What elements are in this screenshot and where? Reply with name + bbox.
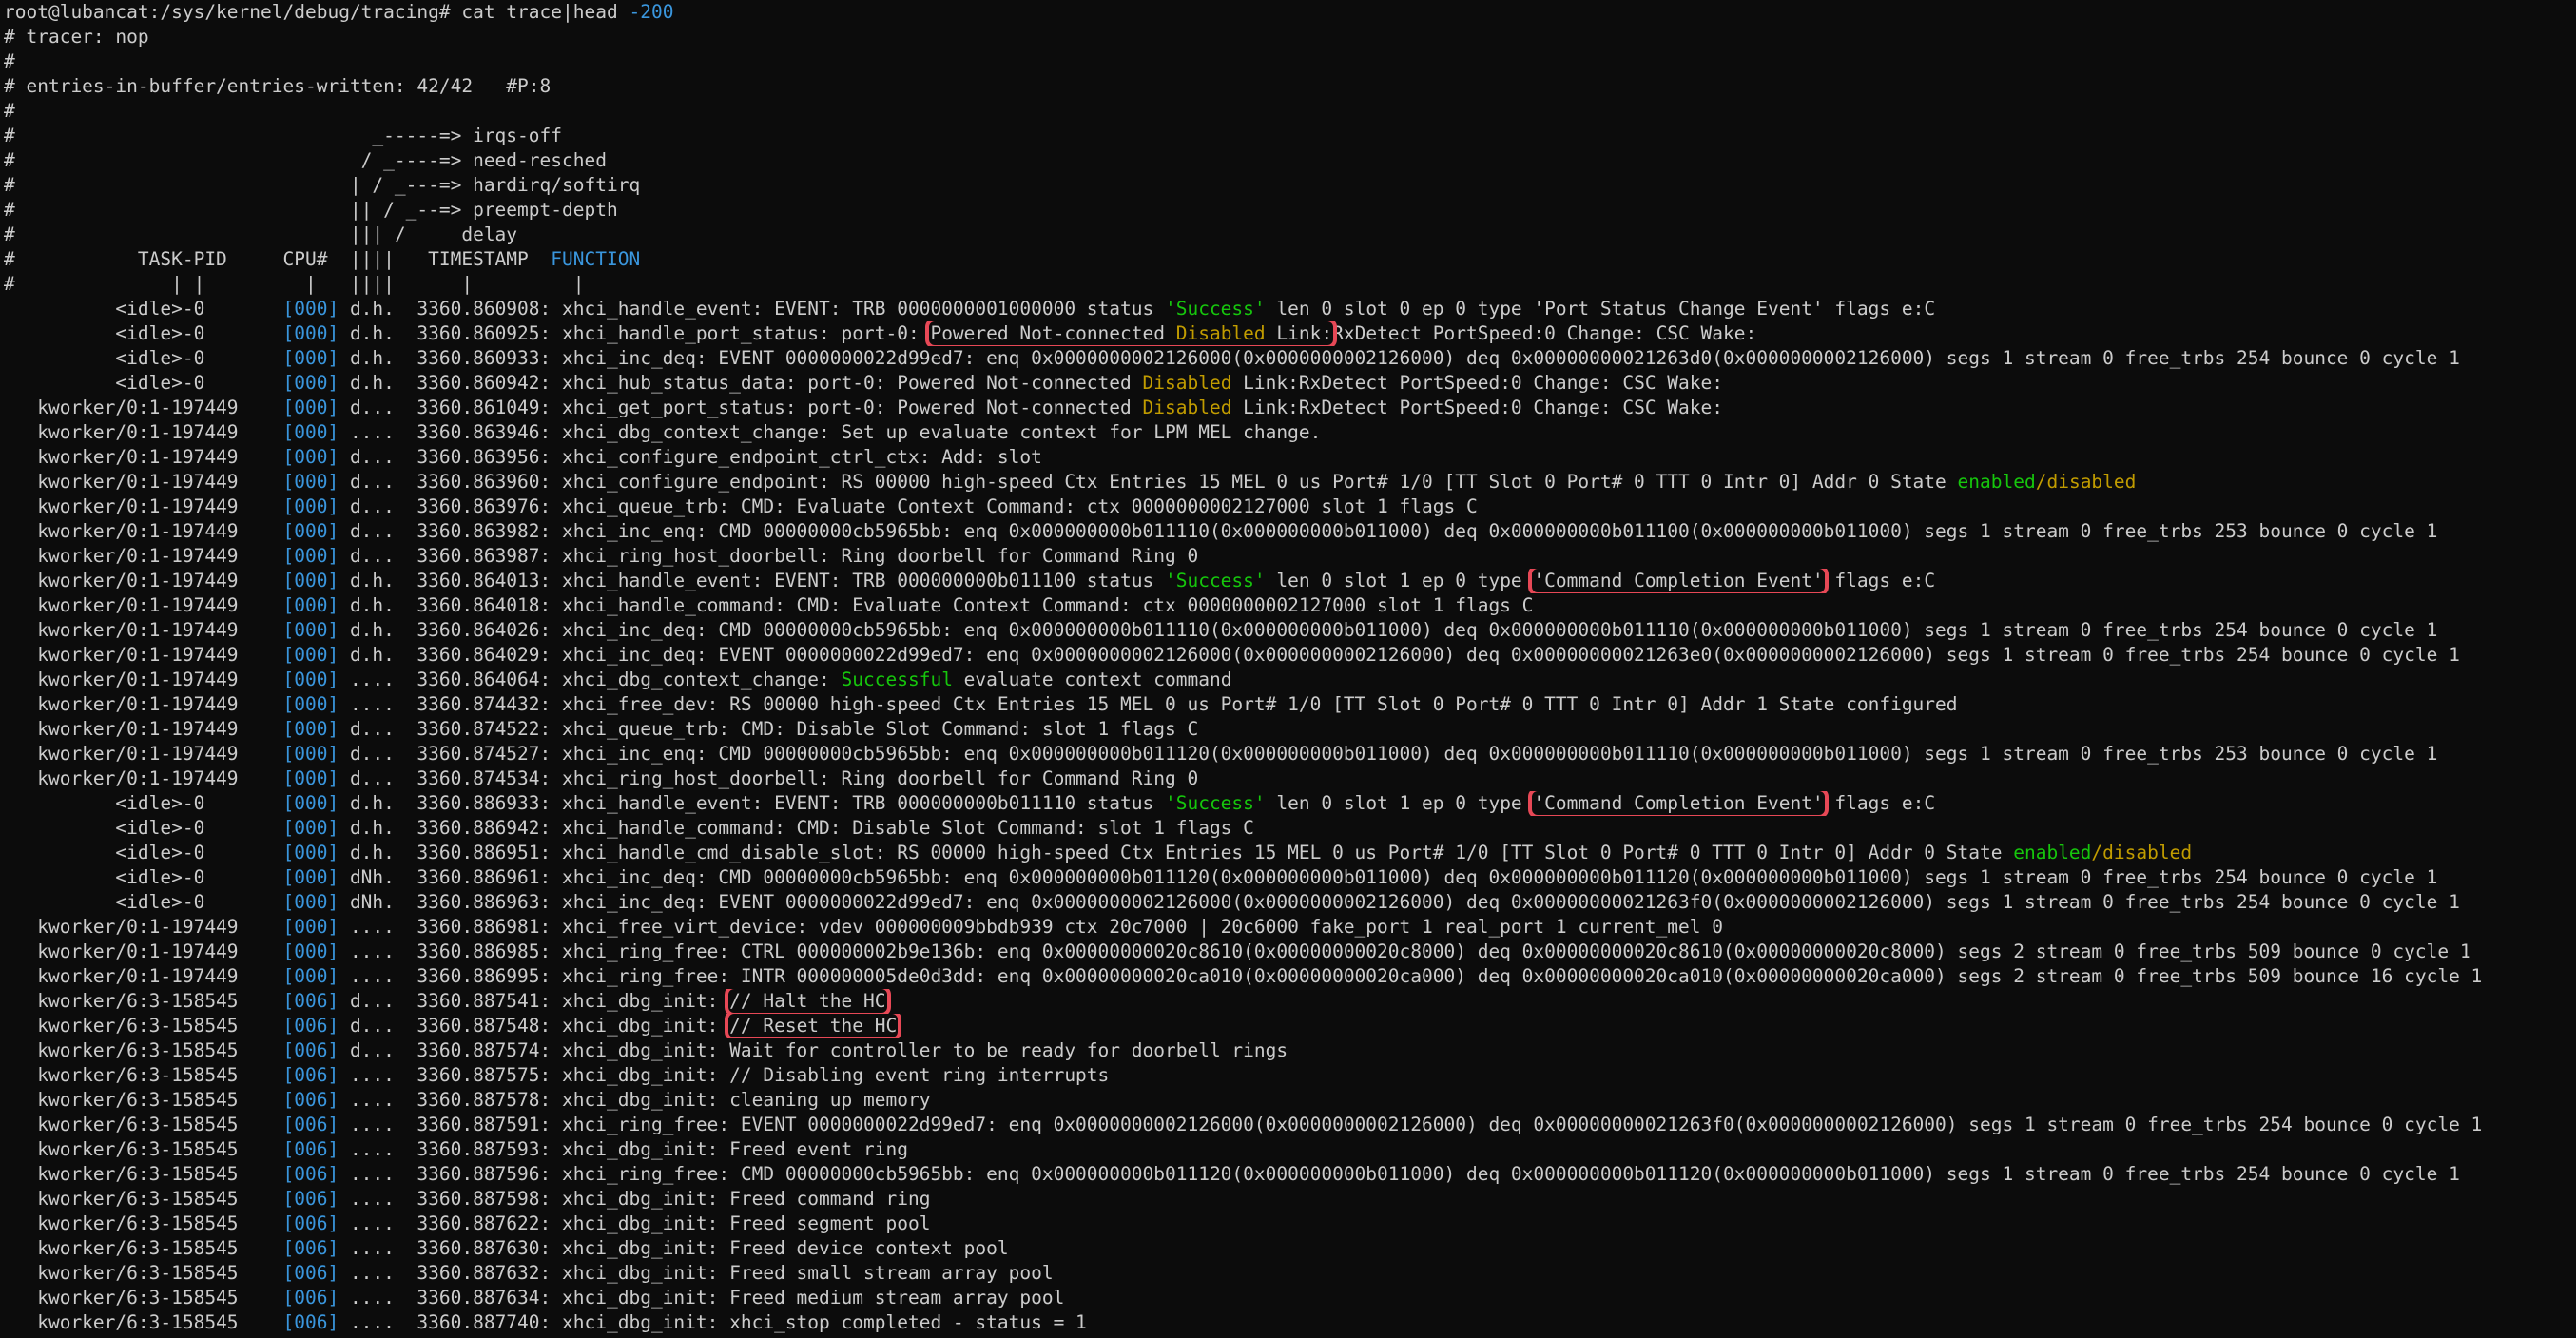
trace-row: kworker/6:3-158545 [006] .... 3360.88763…	[4, 1262, 1054, 1284]
header-line: # | / _---=> hardirq/softirq	[4, 174, 641, 196]
trace-row: <idle>-0 [000] d.h. 3360.886942: xhci_ha…	[4, 817, 1254, 839]
trace-row: <idle>-0 [000] d.h. 3360.860942: xhci_hu…	[4, 372, 1723, 394]
trace-row: kworker/0:1-197449 [000] d... 3360.87452…	[4, 718, 1199, 740]
trace-row: <idle>-0 [000] d.h. 3360.886951: xhci_ha…	[4, 842, 2193, 863]
trace-row: kworker/6:3-158545 [006] .... 3360.88763…	[4, 1287, 1065, 1309]
trace-row: kworker/0:1-197449 [000] d.h. 3360.86401…	[4, 594, 1534, 616]
trace-row: kworker/6:3-158545 [006] .... 3360.88762…	[4, 1212, 931, 1234]
trace-row: kworker/0:1-197449 [000] d... 3360.86398…	[4, 520, 2438, 542]
trace-row: kworker/0:1-197449 [000] d.h. 3360.86402…	[4, 619, 2438, 641]
trace-row: <idle>-0 [000] dNh. 3360.886963: xhci_in…	[4, 891, 2460, 913]
highlight-box-command-completion: 'Command Completion Event'	[1528, 791, 1829, 816]
trace-row: kworker/0:1-197449 [000] .... 3360.88698…	[4, 916, 1723, 938]
trace-row: kworker/6:3-158545 [006] d... 3360.88754…	[4, 989, 891, 1014]
header-line: # / _----=> need-resched	[4, 149, 607, 171]
trace-row: kworker/6:3-158545 [006] d... 3360.88754…	[4, 1014, 902, 1038]
header-line: # tracer: nop	[4, 26, 149, 48]
trace-row: kworker/0:1-197449 [000] d... 3360.86396…	[4, 471, 2137, 493]
trace-row: kworker/6:3-158545 [006] .... 3360.88757…	[4, 1064, 1110, 1086]
trace-row: kworker/0:1-197449 [000] .... 3360.86406…	[4, 669, 1232, 690]
function-column-header: FUNCTION	[551, 248, 641, 270]
command-arg: -200	[629, 1, 674, 23]
trace-row: kworker/6:3-158545 [006] .... 3360.88759…	[4, 1114, 2483, 1135]
trace-row: kworker/0:1-197449 [000] .... 3360.86394…	[4, 421, 1322, 443]
trace-row: kworker/0:1-197449 [000] d... 3360.86398…	[4, 545, 1199, 567]
header-line: # | | | |||| | |	[4, 273, 585, 295]
trace-row: kworker/0:1-197449 [000] d... 3360.86395…	[4, 446, 1042, 468]
trace-row: kworker/6:3-158545 [006] .... 3360.88757…	[4, 1089, 931, 1111]
header-line: # || / _--=> preempt-depth	[4, 199, 618, 221]
trace-row: <idle>-0 [000] d.h. 3360.860933: xhci_in…	[4, 347, 2460, 369]
trace-row: kworker/0:1-197449 [000] d... 3360.86104…	[4, 397, 1723, 418]
trace-row: <idle>-0 [000] d.h. 3360.886933: xhci_ha…	[4, 791, 1936, 816]
column-header: # TASK-PID CPU# |||| TIMESTAMP FUNCTION	[4, 248, 641, 270]
trace-row: kworker/0:1-197449 [000] d... 3360.87453…	[4, 767, 1199, 789]
trace-row: <idle>-0 [000] d.h. 3360.860925: xhci_ha…	[4, 321, 1757, 346]
trace-row: kworker/6:3-158545 [006] .... 3360.88763…	[4, 1237, 1009, 1259]
command-text-2: head	[572, 1, 629, 23]
trace-row: kworker/0:1-197449 [000] .... 3360.87443…	[4, 693, 1958, 715]
terminal-window[interactable]: root@lubancat:/sys/kernel/debug/tracing#…	[0, 0, 2576, 1338]
header-line: # ||| / delay	[4, 223, 518, 245]
trace-row: kworker/0:1-197449 [000] .... 3360.88698…	[4, 940, 2471, 962]
header-line: # _-----=> irqs-off	[4, 125, 562, 146]
trace-row: kworker/6:3-158545 [006] .... 3360.88759…	[4, 1138, 908, 1160]
trace-row: kworker/0:1-197449 [000] d... 3360.87452…	[4, 743, 2438, 765]
header-line: #	[4, 50, 15, 72]
trace-row: kworker/6:3-158545 [006] .... 3360.88759…	[4, 1188, 931, 1210]
shell-prompt: root@lubancat:/sys/kernel/debug/tracing#	[4, 1, 451, 23]
highlight-box-command-completion: 'Command Completion Event'	[1528, 569, 1829, 593]
trace-row: <idle>-0 [000] dNh. 3360.886961: xhci_in…	[4, 866, 2438, 888]
command-text: cat trace	[450, 1, 563, 23]
header-line: # entries-in-buffer/entries-written: 42/…	[4, 75, 552, 97]
trace-row: kworker/0:1-197449 [000] d.h. 3360.86401…	[4, 569, 1936, 593]
trace-row: kworker/6:3-158545 [006] .... 3360.88759…	[4, 1163, 2460, 1185]
highlight-box-port-status: Powered Not-connected Disabled Link:	[925, 321, 1338, 346]
trace-row: kworker/0:1-197449 [000] .... 3360.88699…	[4, 965, 2483, 987]
pipe-char: |	[562, 1, 573, 23]
trace-row: <idle>-0 [000] d.h. 3360.860908: xhci_ha…	[4, 298, 1936, 320]
trace-row: kworker/6:3-158545 [006] .... 3360.88774…	[4, 1311, 1087, 1333]
prompt-line: root@lubancat:/sys/kernel/debug/tracing#…	[4, 0, 2576, 25]
header-line: #	[4, 100, 15, 122]
trace-row: kworker/6:3-158545 [006] d... 3360.88757…	[4, 1039, 1288, 1061]
highlight-box-reset: // Reset the HC	[725, 1014, 902, 1038]
trace-row: kworker/0:1-197449 [000] d... 3360.86397…	[4, 495, 1478, 517]
trace-row: kworker/0:1-197449 [000] d.h. 3360.86402…	[4, 644, 2460, 666]
highlight-box-halt: // Halt the HC	[725, 989, 891, 1014]
